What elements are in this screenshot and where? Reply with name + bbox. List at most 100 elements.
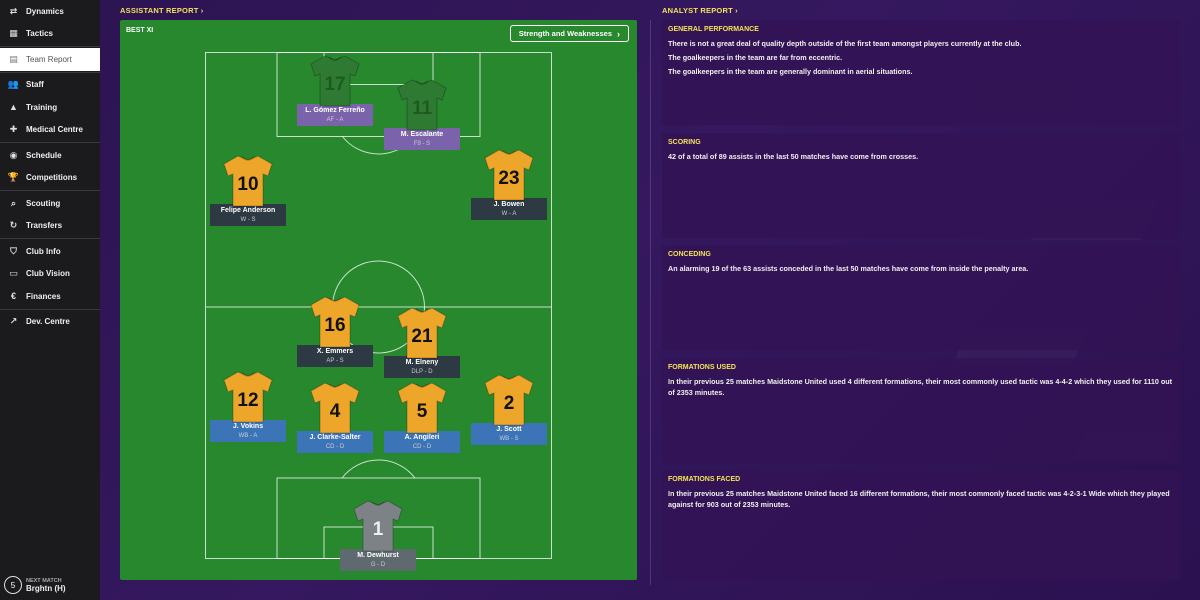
shirt-number: 23 [498,168,519,189]
next-match-label: NEXT MATCH [26,577,62,584]
shirt-number: 5 [417,401,428,422]
shirt-number: 12 [237,390,258,411]
shield-icon: ⛉ [10,245,17,256]
player-label: M. Dewhurst G - D [340,549,416,571]
player-role: WB - A [238,433,258,439]
analyst-card-text: An alarming 19 of the 63 assists concede… [668,264,1029,273]
magnifier-icon: ⌕ [10,197,17,208]
player-role: DLP - D [411,369,433,375]
sidebar-item-label: Staff [26,80,44,90]
analyst-card-formations-used: FORMATIONS USED In their previous 25 matc… [662,358,1180,463]
assistant-report-heading[interactable]: ASSISTANT REPORT › [120,6,203,15]
sidebar-item-scouting[interactable]: ⌕ Scouting [0,192,100,215]
training-cone-icon: ▲ [9,102,18,113]
schedule-icon: ◉ [9,149,18,160]
sidebar: ⇄ Dynamics ▦ Tactics ▤ Team Report 👥 Staff ▲ Trai… [0,0,100,600]
shirt-number: 2 [504,393,515,414]
staff-icon: 👥 [7,79,20,90]
player-role: CD - D [325,444,345,450]
sidebar-item-label: Transfers [26,221,63,231]
sidebar-item-finances[interactable]: € Finances [0,285,100,308]
player-shirt-icon: 2 [484,374,534,426]
shirt-number: 10 [237,174,258,195]
chevron-right-icon: › [198,6,204,15]
sidebar-item-club-info[interactable]: ⛉ Club Info [0,240,100,263]
sidebar-item-label: Team Report [26,54,72,64]
sidebar-item-staff[interactable]: 👥 Staff [0,74,100,97]
player-card[interactable]: 1 M. Dewhurst G - D [340,497,416,571]
best-xi-title: BEST XI [126,27,154,34]
player-label: X. Emmers AP - S [297,345,373,367]
shirt-number: 21 [411,326,433,347]
analyst-card-title: CONCEDING [668,251,711,258]
player-label: A. Angileri CD - D [384,431,460,453]
player-role: WB - S [499,436,519,442]
player-shirt-icon: 21 [397,307,447,359]
strength-and-weaknesses-button[interactable]: Strength and Weaknesses › [509,25,629,42]
sidebar-item-dev-centre[interactable]: ↗ Dev. Centre [0,311,100,334]
dynamics-icon: ⇄ [9,5,18,16]
sidebar-separator [0,238,100,239]
sidebar-separator [0,71,100,73]
dev-centre-icon: ↗ [9,316,18,327]
sidebar-item-label: Competitions [26,173,78,183]
sidebar-item-club-vision[interactable]: ▭ Club Vision [0,263,100,286]
analyst-card-text: In their previous 25 matches Maidstone U… [668,377,1173,397]
finances-icon: € [10,291,16,302]
shirt-number: 16 [324,315,345,336]
strength-and-weaknesses-label: Strength and Weaknesses [518,29,612,38]
next-match-days-indicator: 5 [4,576,22,594]
shirt-number: 11 [412,98,433,119]
sidebar-item-label: Club Info [26,246,61,256]
analyst-report-heading[interactable]: ANALYST REPORT › [662,6,738,15]
clipboard-icon: ▤ [9,53,18,64]
sidebar-item-label: Training [26,102,58,112]
sidebar-item-medical-centre[interactable]: ✚ Medical Centre [0,119,100,142]
player-card[interactable]: 2 J. Scott WB - S [471,371,547,445]
player-label: J. Scott WB - S [471,423,547,445]
nav-list: ⇄ Dynamics ▦ Tactics ▤ Team Report 👥 Staff ▲ Trai… [0,0,100,333]
player-role: W - A [501,211,517,217]
sidebar-item-transfers[interactable]: ↻ Transfers [0,215,100,238]
analyst-card-text: There is not a great deal of quality dep… [668,39,1022,48]
player-card[interactable]: 23 J. Bowen W - A [471,146,547,220]
analyst-card-text: 42 of a total of 89 assists in the last … [668,152,919,161]
analyst-card-general-performance: GENERAL PERFORMANCE There is not a great … [662,20,1180,125]
sidebar-item-label: Dynamics [26,6,64,16]
sidebar-item-dynamics[interactable]: ⇄ Dynamics [0,0,100,23]
player-card[interactable]: 10 Felipe Anderson W - S [210,152,286,226]
analyst-card-text: The goalkeepers in the team are generall… [668,67,913,76]
club-vision-icon: ▭ [9,268,18,279]
shirt-number: 4 [330,401,341,422]
analyst-card-title: FORMATIONS USED [668,364,736,371]
assistant-report-heading-text: ASSISTANT REPORT [120,6,199,15]
player-shirt-icon: 11 [397,79,447,131]
player-card[interactable]: 4 J. Clarke-Salter CD - D [297,379,373,453]
player-shirt-icon: 10 [223,155,273,207]
player-card[interactable]: 5 A. Angileri CD - D [384,379,460,453]
player-role: G - D [370,562,386,568]
player-card[interactable]: 21 M. Elneny DLP - D [384,304,460,378]
player-label: J. Clarke-Salter CD - D [297,431,373,453]
analyst-card-formations-faced: FORMATIONS FACED In their previous 25 mat… [662,470,1180,580]
sidebar-item-competitions[interactable]: 🏆 Competitions [0,167,100,190]
player-role: CD - D [412,444,432,450]
player-shirt-icon: 4 [310,382,360,434]
sidebar-separator [0,142,100,143]
player-card[interactable]: 12 J. Vokins WB - A [210,368,286,442]
player-card[interactable]: 16 X. Emmers AP - S [297,293,373,367]
next-match-value: Brghtn (H) [26,583,66,593]
analyst-card-text: In their previous 25 matches Maidstone U… [668,489,1170,509]
analyst-card-title: GENERAL PERFORMANCE [668,26,759,33]
sidebar-item-tactics[interactable]: ▦ Tactics [0,23,100,46]
player-label: M. Escalante F9 - S [384,128,460,150]
sidebar-separator [0,308,100,310]
sidebar-item-training[interactable]: ▲ Training [0,96,100,119]
sidebar-item-label: Medical Centre [26,125,83,135]
sidebar-item-team-report[interactable]: ▤ Team Report [0,48,100,71]
sidebar-item-schedule[interactable]: ◉ Schedule [0,144,100,167]
player-card[interactable]: 11 M. Escalante F9 - S [384,76,460,150]
player-card[interactable]: 17 L. Gómez Ferreño AF - A [297,52,373,126]
player-role: AP - S [326,358,344,364]
next-match-widget[interactable]: 5 NEXT MATCH Brghtn (H) [4,576,66,594]
